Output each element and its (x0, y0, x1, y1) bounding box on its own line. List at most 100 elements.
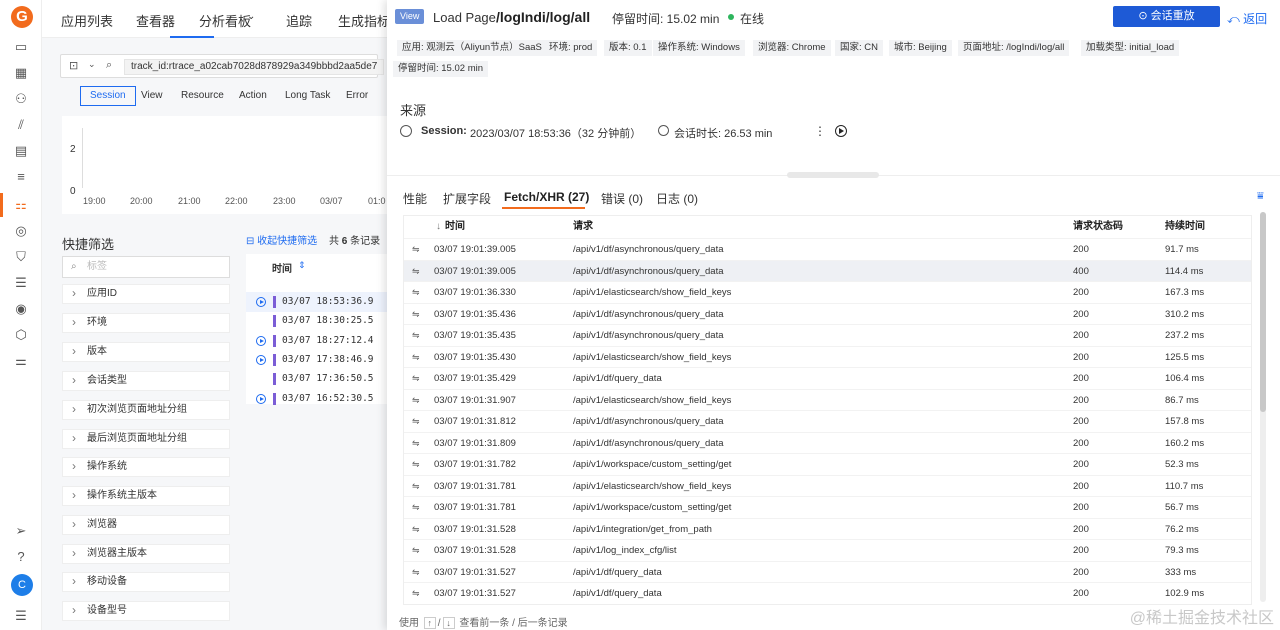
table-row[interactable]: ⇋ 03/07 19:01:31.809/api/v1/df/asynchrono… (404, 431, 1251, 454)
tab-action[interactable]: Action (239, 86, 267, 106)
scrollbar-thumb[interactable] (1260, 212, 1266, 412)
search-input[interactable]: ⊡ ⌄ ⌕ track_id:rtrace_a02cab7028d878929a… (60, 54, 385, 78)
send-icon[interactable]: ➢ (12, 522, 30, 540)
tab-extended-fields[interactable]: 扩展字段 (443, 190, 491, 207)
tab-view[interactable]: View (141, 86, 163, 106)
play-icon[interactable] (835, 125, 847, 137)
table-row[interactable]: ⇋ 03/07 19:01:31.527/api/v1/df/query_data… (404, 582, 1251, 604)
sort-icon[interactable]: ⇕ (298, 260, 306, 271)
chevron-down-icon[interactable]: ⌄ (88, 59, 96, 70)
facet-browser[interactable]: 浏览器 (62, 515, 230, 535)
facet-app-id[interactable]: 应用ID (62, 284, 230, 304)
table-row[interactable]: ⇋ 03/07 19:01:31.781/api/v1/elasticsearch… (404, 474, 1251, 497)
metrics-icon[interactable]: ⫽ (12, 116, 30, 134)
globe-icon (400, 125, 412, 137)
tab-error[interactable]: Error (346, 86, 368, 106)
table-row[interactable]: ⇋ 03/07 19:01:31.527/api/v1/df/query_data… (404, 560, 1251, 583)
list-item[interactable]: 03/07 18:27:12.4 (246, 331, 387, 351)
facet-os-major[interactable]: 操作系统主版本 (62, 486, 230, 506)
security-icon[interactable]: ⛉ (12, 248, 30, 266)
table-row[interactable]: ⇋ 03/07 19:01:35.429/api/v1/df/query_data… (404, 367, 1251, 389)
nav-dashboards[interactable]: 分析看板 (199, 11, 251, 30)
database-icon[interactable]: ☰ (12, 274, 30, 292)
cell-request: /api/v1/df/asynchronous/query_data (573, 265, 724, 277)
tab-logs[interactable]: 日志 (0) (656, 190, 698, 207)
tab-resource[interactable]: Resource (181, 86, 224, 106)
filter-chip[interactable]: track_id:rtrace_a02cab7028d878929a349bbb… (124, 59, 385, 75)
query-mode-icon[interactable]: ⊡ (69, 59, 78, 72)
nav-tracking[interactable]: 追踪 (286, 11, 312, 30)
table-row[interactable]: ⇋ 03/07 19:01:36.330/api/v1/elasticsearch… (404, 281, 1251, 303)
play-icon[interactable] (256, 297, 266, 307)
tab-errors[interactable]: 错误 (0) (601, 190, 643, 207)
facet-browser-major[interactable]: 浏览器主版本 (62, 544, 230, 564)
collapse-quick-filter-button[interactable]: ⊟ 收起快捷筛选 (246, 232, 317, 247)
facet-mobile-device[interactable]: 移动设备 (62, 572, 230, 592)
resize-handle[interactable] (787, 172, 879, 178)
list-item[interactable]: 03/07 17:36:50.5 (246, 369, 387, 389)
attr-tag: 浏览器: Chrome (753, 40, 831, 56)
settings-sliders-icon[interactable]: ⚌ (12, 352, 30, 370)
facet-device-model[interactable]: 设备型号 (62, 601, 230, 621)
list-header-time[interactable]: 时间 (272, 260, 292, 275)
list-item[interactable]: 03/07 16:52:30.5 (246, 389, 387, 409)
play-icon[interactable] (256, 335, 266, 346)
table-row[interactable]: ⇋ 03/07 19:01:31.528/api/v1/log_index_cfg… (404, 539, 1251, 561)
nav-explorer[interactable]: 查看器 (136, 11, 175, 30)
facet-last-page-group[interactable]: 最后浏览页面地址分组 (62, 429, 230, 449)
help-icon[interactable]: ? (12, 548, 30, 566)
total-prefix: 共 (329, 236, 339, 247)
log-icon[interactable]: ▤ (12, 142, 30, 160)
list-item[interactable]: 03/07 18:53:36.9 (246, 292, 387, 312)
column-header-status[interactable]: 请求状态码 (1073, 216, 1123, 238)
facet-os[interactable]: 操作系统 (62, 457, 230, 477)
list-item[interactable]: 03/07 18:30:25.5 (246, 311, 387, 331)
cell-time: 03/07 19:01:39.005 (434, 244, 516, 255)
synthetics-icon[interactable]: ◎ (12, 222, 30, 240)
column-settings-icon[interactable]: ⩸ (1257, 190, 1264, 203)
table-row[interactable]: ⇋ 03/07 19:01:39.005/api/v1/df/asynchrono… (404, 238, 1251, 260)
list-item[interactable]: 03/07 17:38:46.9 (246, 350, 387, 370)
nav-app-list[interactable]: 应用列表 (61, 11, 113, 30)
tab-fetch-xhr[interactable]: Fetch/XHR (27) (504, 190, 589, 204)
session-replay-button[interactable]: ⊙ 会话重放 (1113, 6, 1220, 27)
play-icon[interactable] (256, 354, 266, 365)
table-row[interactable]: ⇋ 03/07 19:01:31.781/api/v1/workspace/cus… (404, 496, 1251, 518)
cell-request: /api/v1/df/query_data (573, 588, 662, 599)
table-row[interactable]: ⇋ 03/07 19:01:31.782/api/v1/workspace/cus… (404, 453, 1251, 475)
monitor-icon[interactable]: ▭ (12, 38, 30, 56)
nav-generate-metrics[interactable]: 生成指标 (338, 11, 390, 30)
more-options-icon[interactable]: ⋮ (814, 124, 826, 138)
column-header-request[interactable]: 请求 (573, 216, 593, 238)
avatar[interactable]: C (11, 574, 33, 596)
table-row[interactable]: ⇋ 03/07 19:01:35.435/api/v1/df/asynchrono… (404, 324, 1251, 346)
integration-icon[interactable]: ⬡ (12, 326, 30, 344)
back-button[interactable]: ⤺ 返回 (1227, 10, 1267, 27)
facet-session-type[interactable]: 会话类型 (62, 371, 230, 391)
table-row[interactable]: ⇋ 03/07 19:01:35.430/api/v1/elasticsearch… (404, 345, 1251, 368)
column-header-duration[interactable]: 持续时间 (1165, 216, 1205, 238)
table-row[interactable]: ⇋ 03/07 19:01:35.436/api/v1/df/asynchrono… (404, 302, 1251, 325)
table-row[interactable]: ⇋ 03/07 19:01:31.528/api/v1/integration/g… (404, 517, 1251, 540)
calendar-icon[interactable]: ▦ (12, 64, 30, 82)
tab-long-task[interactable]: Long Task (285, 86, 330, 106)
filter-search-input[interactable]: ⌕ 标签 (62, 256, 230, 278)
sort-desc-icon[interactable]: ↓ (436, 216, 441, 238)
table-row[interactable]: ⇋ 03/07 19:01:31.907/api/v1/elasticsearch… (404, 388, 1251, 411)
tab-session[interactable]: Session (80, 86, 136, 106)
chevron-down-icon[interactable]: ⌄ (247, 11, 255, 22)
topology-icon[interactable]: ⚇ (12, 90, 30, 108)
facet-env[interactable]: 环境 (62, 313, 230, 333)
tab-performance[interactable]: 性能 (403, 190, 427, 207)
app-logo[interactable]: G (11, 6, 33, 28)
rum-icon[interactable]: ⚏ (12, 196, 30, 214)
trace-icon[interactable]: ≡ (12, 168, 30, 186)
play-icon[interactable] (256, 393, 266, 404)
column-header-time[interactable]: 时间 (445, 216, 465, 238)
table-row[interactable]: ⇋ 03/07 19:01:31.812/api/v1/df/asynchrono… (404, 410, 1251, 432)
alert-icon[interactable]: ◉ (12, 300, 30, 318)
table-row[interactable]: ⇋ 03/07 19:01:39.005/api/v1/df/asynchrono… (404, 259, 1251, 281)
facet-first-page-group[interactable]: 初次浏览页面地址分组 (62, 400, 230, 420)
menu-icon[interactable]: ☰ (12, 607, 30, 625)
facet-version[interactable]: 版本 (62, 342, 230, 362)
